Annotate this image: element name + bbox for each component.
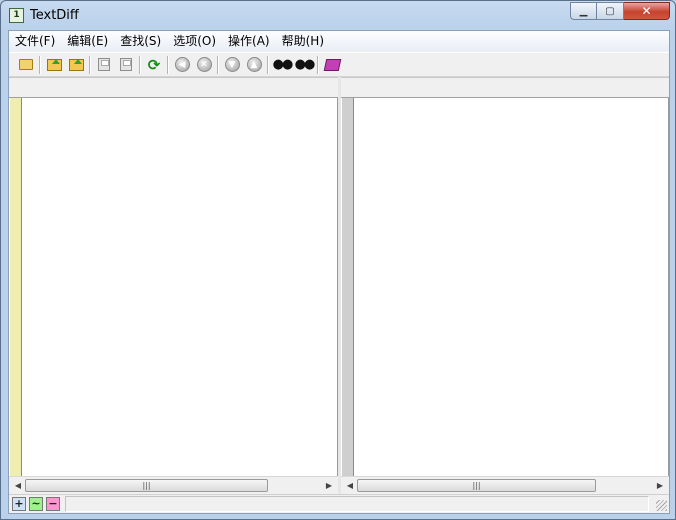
window-title: TextDiff: [30, 8, 79, 23]
scroll-right-arrow-icon[interactable]: ▶: [653, 479, 667, 493]
maximize-button[interactable]: ▢: [597, 2, 624, 20]
toolbar-separator: [39, 55, 41, 74]
down-diff-icon: ▼: [224, 57, 240, 72]
prev-diff-icon: ◀: [174, 57, 190, 72]
save-right-icon: [120, 58, 132, 71]
prev-diff-button[interactable]: ◀: [171, 54, 193, 76]
modified-indicator: ~: [29, 497, 43, 511]
find-next-icon: ●●: [294, 57, 316, 72]
caption-buttons: ▁ ▢ ✕: [570, 2, 670, 21]
left-horizontal-scrollbar[interactable]: ◀ ||| ▶: [9, 476, 338, 494]
client-area: 文件(F) 编辑(E) 查找(S) 选项(O) 操作(A) 帮助(H) ⟳ ◀ …: [8, 30, 670, 514]
toolbar-separator: [317, 55, 319, 74]
toolbar-separator: [167, 55, 169, 74]
scroll-right-arrow-icon[interactable]: ▶: [322, 479, 336, 493]
left-pane: ◀ ||| ▶: [9, 77, 338, 494]
menu-options[interactable]: 选项(O): [167, 31, 222, 51]
app-window: 1 TextDiff ▁ ▢ ✕ 文件(F) 编辑(E) 查找(S) 选项(O)…: [0, 0, 676, 520]
open-right-icon: [68, 58, 84, 71]
toolbar-separator: [89, 55, 91, 74]
help-button[interactable]: [321, 54, 343, 76]
minimize-button[interactable]: ▁: [570, 2, 597, 20]
down-diff-button[interactable]: ▼: [221, 54, 243, 76]
refresh-compare-icon: ⟳: [147, 55, 161, 74]
left-gutter: [10, 98, 22, 476]
save-left-icon: [98, 58, 110, 71]
close-icon: ✕: [641, 4, 652, 18]
title-bar[interactable]: 1 TextDiff ▁ ▢ ✕: [1, 1, 675, 31]
right-pane: ◀ ||| ▶: [341, 77, 669, 494]
status-panel: [65, 496, 649, 512]
new-button[interactable]: [15, 54, 37, 76]
find-next-button[interactable]: ●●: [293, 54, 316, 76]
toolbar-separator: [267, 55, 269, 74]
left-pane-header: [9, 77, 338, 98]
menu-file[interactable]: 文件(F): [9, 31, 61, 51]
app-icon: 1: [9, 8, 24, 23]
status-bar: + ~ −: [9, 494, 669, 513]
next-diff-button[interactable]: ✕: [193, 54, 215, 76]
menu-bar: 文件(F) 编辑(E) 查找(S) 选项(O) 操作(A) 帮助(H): [9, 31, 669, 51]
toolbar-separator: [139, 55, 141, 74]
menu-edit[interactable]: 编辑(E): [61, 31, 114, 51]
open-left-button[interactable]: [43, 54, 65, 76]
up-diff-icon: ▲: [246, 57, 262, 72]
right-horizontal-scrollbar[interactable]: ◀ ||| ▶: [341, 476, 669, 494]
right-scroll-thumb[interactable]: |||: [357, 479, 596, 492]
menu-search[interactable]: 查找(S): [114, 31, 167, 51]
save-left-button[interactable]: [93, 54, 115, 76]
new-folder-icon: [19, 59, 33, 70]
toolbar: ⟳ ◀ ✕ ▼ ▲ ●● ●●: [9, 52, 669, 77]
menu-actions[interactable]: 操作(A): [222, 31, 276, 51]
right-pane-header: [341, 77, 669, 98]
toolbar-separator: [217, 55, 219, 74]
added-indicator: +: [12, 497, 26, 511]
scroll-left-arrow-icon[interactable]: ◀: [11, 479, 25, 493]
right-gutter: [342, 98, 354, 476]
find-button[interactable]: ●●: [271, 54, 294, 76]
minimize-icon: ▁: [579, 5, 588, 17]
find-icon: ●●: [272, 57, 294, 72]
up-diff-button[interactable]: ▲: [243, 54, 265, 76]
menu-help[interactable]: 帮助(H): [276, 31, 330, 51]
deleted-indicator: −: [46, 497, 60, 511]
open-right-button[interactable]: [65, 54, 87, 76]
open-left-icon: [46, 58, 62, 71]
left-scroll-thumb[interactable]: |||: [25, 479, 268, 492]
right-text-area[interactable]: [354, 98, 669, 476]
close-button[interactable]: ✕: [624, 2, 670, 20]
scroll-left-arrow-icon[interactable]: ◀: [343, 479, 357, 493]
compare-button[interactable]: ⟳: [143, 54, 165, 76]
save-right-button[interactable]: [115, 54, 137, 76]
resize-grip-icon[interactable]: [656, 500, 667, 511]
maximize-icon: ▢: [605, 5, 615, 17]
left-text-area[interactable]: [22, 98, 338, 476]
next-diff-icon: ✕: [196, 57, 212, 72]
help-book-icon: [323, 58, 341, 71]
